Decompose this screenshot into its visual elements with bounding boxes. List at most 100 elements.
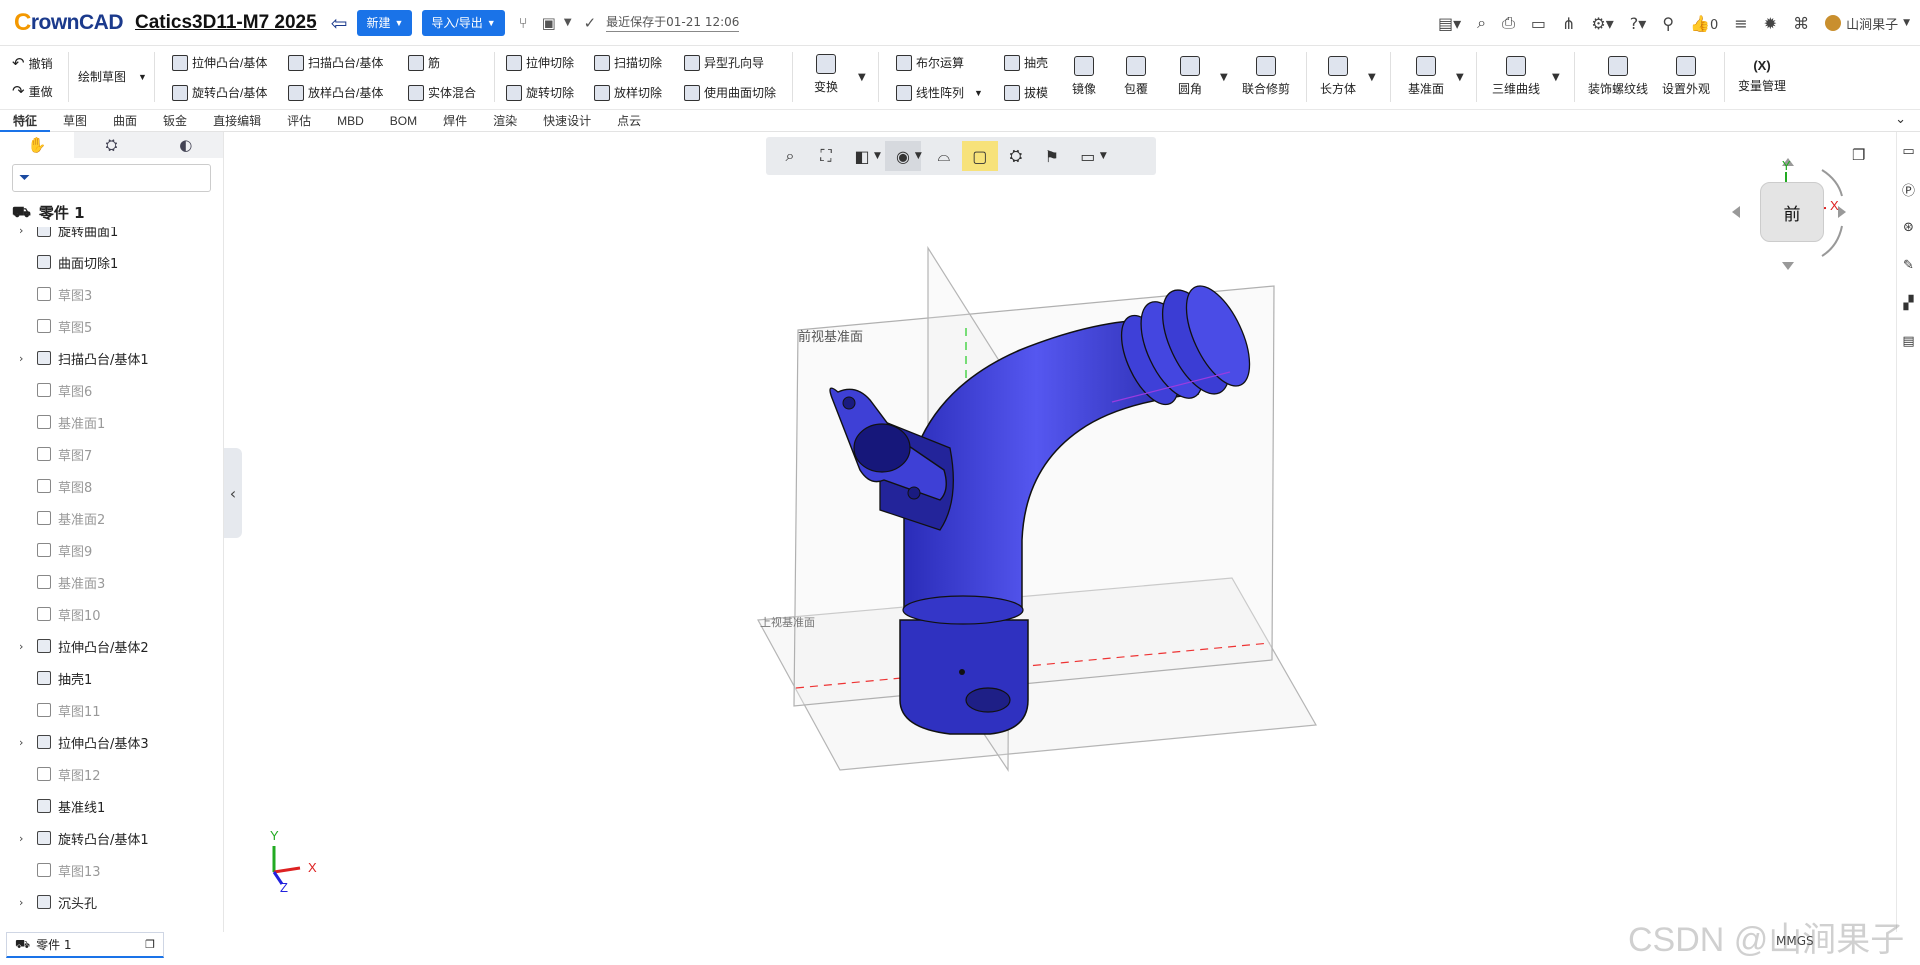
share-icon[interactable]: ⋔ <box>1562 14 1575 33</box>
stack-icon[interactable]: ≡ <box>1734 14 1747 33</box>
display-style-icon[interactable]: ⛭ <box>998 141 1034 171</box>
print-layout-icon[interactable]: ▤▾ <box>1438 14 1461 33</box>
view-cube[interactable]: 前 <box>1760 182 1824 242</box>
cosmetic-thread-button[interactable]: 装饰螺纹线 <box>1588 56 1648 97</box>
hole-wizard-button[interactable]: 异型孔向导 <box>684 54 764 71</box>
extrude-cut-button[interactable]: 拉伸切除 <box>506 54 574 71</box>
wrap-button[interactable]: 包覆 <box>1124 56 1148 97</box>
wrench-icon[interactable]: ✎ <box>1897 246 1920 284</box>
chevron-right-icon[interactable]: › <box>19 640 33 653</box>
branch-icon[interactable]: ⑂ <box>519 14 528 32</box>
tab-weldment[interactable]: 焊件 <box>430 110 480 132</box>
tree-node[interactable]: 曲面切除1 <box>0 249 222 275</box>
mirror-button[interactable]: 镜像 <box>1072 56 1096 97</box>
tree-node[interactable]: 草图7 <box>0 441 222 467</box>
solid-blend-button[interactable]: 实体混合 <box>408 84 476 101</box>
linear-pattern-button[interactable]: 线性阵列 ▼ <box>896 84 983 101</box>
assembly-icon[interactable]: ⊛ <box>1897 208 1920 246</box>
right-plane[interactable] <box>927 245 1011 772</box>
tab-render[interactable]: 渲染 <box>480 110 530 132</box>
transform-button[interactable]: 变换 <box>814 54 838 95</box>
cuboid-button[interactable]: 长方体 <box>1320 56 1356 97</box>
fillet-button[interactable]: 圆角 <box>1178 56 1202 97</box>
datum-plane-button[interactable]: 基准面 <box>1408 56 1444 97</box>
chevron-right-icon[interactable]: › <box>19 832 33 845</box>
tree-node[interactable]: › 扫描凸台/基体1 <box>0 345 222 371</box>
sweep-boss-button[interactable]: 扫描凸台/基体 <box>288 54 383 71</box>
tree-node[interactable]: 基准线1 <box>0 793 222 819</box>
tree-node[interactable]: 草图8 <box>0 473 222 499</box>
chevron-right-icon[interactable]: › <box>19 227 33 237</box>
tree-node[interactable]: 草图3 <box>0 281 222 307</box>
extrude-boss-button[interactable]: 拉伸凸台/基体 <box>172 54 267 71</box>
apps-icon[interactable]: ⌘ <box>1793 14 1809 33</box>
tab-feature[interactable]: 特征 <box>0 110 51 132</box>
back-arrow-icon[interactable]: ⇦ <box>331 11 348 35</box>
draft-button[interactable]: 拔模 <box>1004 84 1048 101</box>
folder-icon[interactable]: ▭ <box>1897 132 1920 170</box>
help-icon[interactable]: ?▾ <box>1630 14 1647 33</box>
like-button[interactable]: 👍0 <box>1690 14 1718 33</box>
top-plane[interactable] <box>757 577 1317 771</box>
appearance-tab[interactable]: ◐ <box>149 132 223 158</box>
book-icon[interactable]: ▤ <box>1897 322 1920 360</box>
layers-icon[interactable]: ▞ <box>1897 284 1920 322</box>
chevron-down-icon[interactable]: ▼ <box>1456 72 1464 83</box>
tree-node[interactable]: › 拉伸凸台/基体2 <box>0 633 222 659</box>
print-icon[interactable]: ⎙ <box>1502 13 1515 33</box>
tree-node[interactable]: 草图9 <box>0 537 222 563</box>
chevron-right-icon[interactable]: › <box>19 352 33 365</box>
collapse-ribbon-icon[interactable]: ⌄ <box>1895 112 1906 127</box>
zoom-icon[interactable]: ⌕ <box>772 141 808 171</box>
rib-button[interactable]: 筋 <box>408 54 440 71</box>
chevron-down-icon[interactable]: ▼ <box>1100 151 1107 161</box>
chevron-right-icon[interactable]: › <box>19 896 33 909</box>
properties-tab[interactable]: ⛭ <box>74 132 148 158</box>
shaded-icon[interactable]: ▢ <box>961 141 998 171</box>
chevron-down-icon[interactable]: ▼ <box>1552 72 1560 83</box>
tree-node[interactable]: 基准面3 <box>0 569 222 595</box>
loft-boss-button[interactable]: 放样凸台/基体 <box>288 84 383 101</box>
tree-node[interactable]: 草图12 <box>0 761 222 787</box>
tree-node[interactable]: › 旋转曲面1 <box>0 227 222 243</box>
variables-button[interactable]: (X) 变量管理 <box>1738 58 1786 94</box>
tree-node[interactable]: › 沉头孔 <box>0 889 222 915</box>
tab-surface[interactable]: 曲面 <box>100 110 150 132</box>
chevron-down-icon[interactable]: ▼ <box>874 151 881 161</box>
tree-node[interactable]: 基准面1 <box>0 409 222 435</box>
chevron-down-icon[interactable]: ▼ <box>858 72 866 83</box>
properties-icon[interactable]: Ⓟ <box>1897 170 1920 208</box>
tree-node[interactable]: 草图11 <box>0 697 222 723</box>
save-icon[interactable]: ▣ <box>542 14 556 32</box>
tab-direct-edit[interactable]: 直接编辑 <box>200 110 274 132</box>
redo-button[interactable]: ↷ 重做 <box>12 82 53 100</box>
chevron-down-icon[interactable]: ▼ <box>915 151 922 161</box>
chevron-down-icon[interactable]: ▼ <box>1368 72 1376 83</box>
plugin-icon[interactable]: ✹ <box>1764 14 1777 33</box>
loft-cut-button[interactable]: 放样切除 <box>594 84 662 101</box>
tab-sketch[interactable]: 草图 <box>50 110 100 132</box>
feature-tree-tab[interactable]: ✋ <box>0 132 75 158</box>
part-document-tab[interactable]: ⛟ 零件 1 ❐ <box>6 932 164 958</box>
shell-button[interactable]: 抽壳 <box>1004 54 1048 71</box>
revolve-cut-button[interactable]: 旋转切除 <box>506 84 574 101</box>
tab-quick-design[interactable]: 快速设计 <box>530 110 604 132</box>
search-icon[interactable]: ⌕ <box>1477 13 1486 33</box>
sweep-cut-button[interactable]: 扫描切除 <box>594 54 662 71</box>
tab-mbd[interactable]: MBD <box>324 110 377 132</box>
chevron-down-icon[interactable]: ▼ <box>564 17 572 28</box>
user-menu[interactable]: 山涧果子 ▼ <box>1825 14 1910 33</box>
combine-trim-button[interactable]: 联合修剪 <box>1242 56 1290 97</box>
tab-point-cloud[interactable]: 点云 <box>604 110 654 132</box>
front-plane[interactable] <box>793 285 1275 707</box>
structure-icon[interactable]: ⚲ <box>1662 14 1674 33</box>
tree-node[interactable]: 草图6 <box>0 377 222 403</box>
part-root-node[interactable]: ⛟ 零件 1 <box>0 198 223 227</box>
boolean-button[interactable]: 布尔运算 <box>896 54 964 71</box>
tab-evaluate[interactable]: 评估 <box>274 110 324 132</box>
chevron-down-icon[interactable]: ▼ <box>1220 72 1228 83</box>
collapse-sidebar-button[interactable]: ‹ <box>224 448 242 538</box>
tree-node[interactable]: › 拉伸凸台/基体3 <box>0 729 222 755</box>
appearance-button[interactable]: 设置外观 <box>1662 56 1710 97</box>
tree-node[interactable]: 草图5 <box>0 313 222 339</box>
